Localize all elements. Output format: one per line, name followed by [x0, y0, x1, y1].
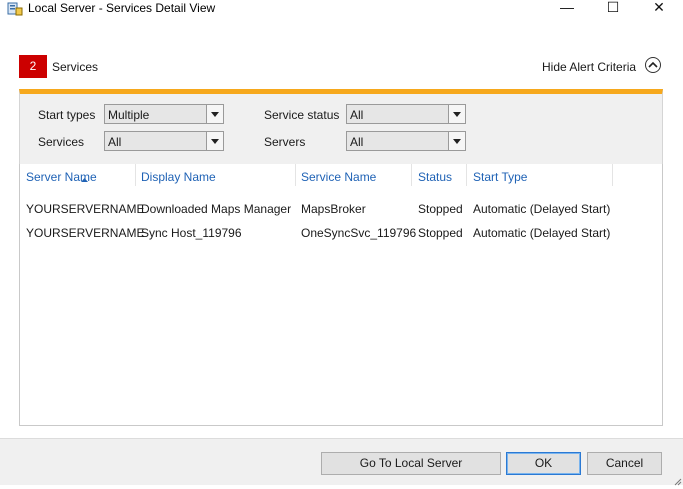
- dropdown-arrow-icon: [448, 105, 465, 123]
- servers-value: All: [350, 135, 364, 149]
- services-label: Services: [38, 135, 85, 149]
- services-table: Server Name Display Name Service Name St…: [19, 164, 663, 426]
- column-divider[interactable]: [135, 164, 136, 186]
- resize-grip-icon[interactable]: [674, 475, 682, 489]
- services-dropdown[interactable]: All: [104, 131, 224, 151]
- cell-service-name: OneSyncSvc_119796: [301, 226, 417, 240]
- start-types-value: Multiple: [108, 108, 150, 122]
- servers-dropdown[interactable]: All: [346, 131, 466, 151]
- column-header-server-name[interactable]: Server Name: [26, 170, 97, 184]
- close-button[interactable]: ✕: [636, 0, 682, 18]
- service-status-value: All: [350, 108, 364, 122]
- cell-start-type: Automatic (Delayed Start): [473, 202, 611, 216]
- dropdown-arrow-icon: [206, 132, 223, 150]
- column-header-service-name[interactable]: Service Name: [301, 170, 376, 184]
- ok-button[interactable]: OK: [506, 452, 581, 475]
- title-bar: Local Server - Services Detail View — ☐ …: [0, 0, 683, 18]
- hide-alert-criteria-link[interactable]: Hide Alert Criteria: [542, 60, 636, 74]
- alert-count-badge: 2: [19, 55, 47, 78]
- cell-server-name: YOURSERVERNAME: [26, 226, 145, 240]
- column-divider[interactable]: [466, 164, 467, 186]
- column-header-display-name[interactable]: Display Name: [141, 170, 216, 184]
- dropdown-arrow-icon: [206, 105, 223, 123]
- window-title: Local Server - Services Detail View: [28, 1, 216, 15]
- sort-ascending-icon: [81, 171, 88, 185]
- column-header-status[interactable]: Status: [418, 170, 452, 184]
- minimize-button[interactable]: —: [544, 0, 590, 18]
- cell-status: Stopped: [418, 202, 463, 216]
- cancel-button[interactable]: Cancel: [587, 452, 662, 475]
- servers-label: Servers: [264, 135, 306, 149]
- service-status-dropdown[interactable]: All: [346, 104, 466, 124]
- dialog-footer: Go To Local Server OK Cancel: [0, 438, 683, 485]
- cell-display-name: Downloaded Maps Manager: [141, 202, 292, 216]
- cell-server-name: YOURSERVERNAME: [26, 202, 145, 216]
- column-divider[interactable]: [612, 164, 613, 186]
- alert-label: Services: [52, 60, 99, 74]
- services-value: All: [108, 135, 122, 149]
- start-types-label: Start types: [38, 108, 96, 122]
- alert-criteria-panel: Start types Multiple Services All Servic…: [19, 89, 663, 164]
- maximize-button[interactable]: ☐: [590, 0, 636, 18]
- service-status-label: Service status: [264, 108, 340, 122]
- column-divider[interactable]: [411, 164, 412, 186]
- collapse-criteria-button[interactable]: [645, 57, 661, 73]
- start-types-dropdown[interactable]: Multiple: [104, 104, 224, 124]
- cell-start-type: Automatic (Delayed Start): [473, 226, 611, 240]
- column-divider[interactable]: [295, 164, 296, 186]
- go-to-local-server-button[interactable]: Go To Local Server: [321, 452, 501, 475]
- server-manager-icon: [7, 2, 23, 16]
- dropdown-arrow-icon: [448, 132, 465, 150]
- column-header-start-type[interactable]: Start Type: [473, 170, 527, 184]
- cell-status: Stopped: [418, 226, 463, 240]
- cell-service-name: MapsBroker: [301, 202, 366, 216]
- cell-display-name: Sync Host_119796: [141, 226, 242, 240]
